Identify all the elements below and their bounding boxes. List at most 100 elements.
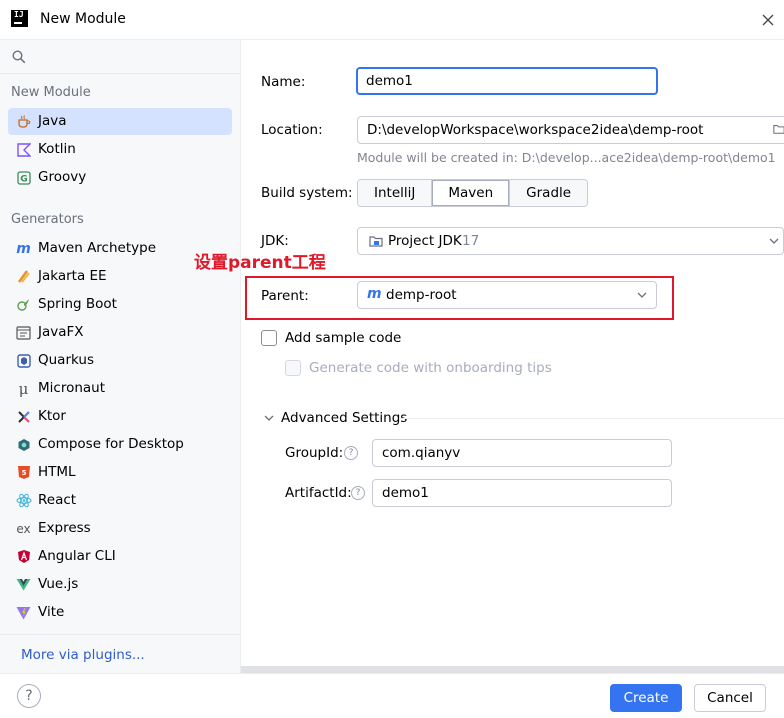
- quarkus-icon: [15, 352, 32, 369]
- jdk-folder-icon: [369, 236, 383, 247]
- jdk-value: Project JDK: [388, 233, 462, 249]
- dialog-title: New Module: [40, 11, 126, 27]
- annotation-text: 设置parent工程: [194, 253, 326, 273]
- jakarta-icon: [15, 268, 32, 285]
- search-input[interactable]: [32, 46, 232, 68]
- horizontal-scrollbar[interactable]: [241, 666, 784, 673]
- location-label: Location:: [261, 122, 323, 138]
- build-system-label: Build system:: [261, 185, 353, 201]
- sidebar-item-javafx[interactable]: JavaFX: [8, 319, 232, 346]
- sidebar-item-label: JavaFX: [38, 324, 84, 340]
- ktor-icon: [15, 408, 32, 425]
- module-form: Name: Location: D:\developWorkspace\work…: [241, 40, 784, 673]
- jdk-label: JDK:: [261, 233, 289, 249]
- chevron-down-icon[interactable]: [264, 414, 274, 422]
- svg-text:G: G: [20, 174, 27, 184]
- javafx-icon: [15, 324, 32, 341]
- add-sample-code-label: Add sample code: [285, 330, 402, 346]
- onboarding-tips-label: Generate code with onboarding tips: [309, 360, 552, 376]
- sidebar-divider: [0, 634, 240, 635]
- express-icon: ex: [16, 521, 31, 536]
- chevron-down-icon: [769, 238, 779, 244]
- sidebar-item-vuejs[interactable]: Vue.js: [8, 571, 232, 598]
- html-icon: 5: [15, 464, 32, 481]
- sidebar-item-vite[interactable]: Vite: [8, 599, 232, 626]
- sidebar-item-micronaut[interactable]: μ Micronaut: [8, 375, 232, 402]
- location-hint: Module will be created in: D:\develop...…: [357, 150, 776, 165]
- help-button[interactable]: ?: [17, 684, 41, 708]
- sidebar-item-ktor[interactable]: Ktor: [8, 403, 232, 430]
- parent-combo[interactable]: m demp-root: [357, 281, 657, 309]
- sidebar-item-label: Maven Archetype: [38, 240, 156, 256]
- chevron-down-icon: [637, 292, 647, 298]
- onboarding-tips-checkbox[interactable]: [285, 360, 301, 376]
- location-value: D:\developWorkspace\workspace2idea\demp-…: [367, 122, 704, 138]
- sidebar-item-html[interactable]: 5 HTML: [8, 459, 232, 486]
- help-icon: ?: [25, 688, 33, 704]
- title-bar: IJ New Module: [0, 0, 784, 40]
- sidebar-item-java[interactable]: Java: [8, 108, 232, 135]
- sidebar-item-label: Quarkus: [38, 352, 94, 368]
- kotlin-icon: [15, 141, 32, 158]
- sidebar-item-spring-boot[interactable]: Spring Boot: [8, 291, 232, 318]
- sidebar-item-label: HTML: [38, 464, 76, 480]
- jdk-combo[interactable]: Project JDK 17: [357, 227, 784, 255]
- sidebar-item-label: Compose for Desktop: [38, 436, 184, 452]
- cancel-button[interactable]: Cancel: [694, 684, 766, 712]
- sidebar-item-label: Groovy: [38, 169, 87, 185]
- more-via-plugins-link[interactable]: More via plugins...: [21, 647, 145, 663]
- name-label: Name:: [261, 74, 306, 90]
- search-icon: [12, 50, 26, 64]
- java-icon: [15, 113, 32, 130]
- sidebar-item-express[interactable]: ex Express: [8, 515, 232, 542]
- sidebar-item-groovy[interactable]: G Groovy: [8, 164, 232, 191]
- groovy-icon: G: [15, 169, 32, 186]
- name-field[interactable]: [356, 67, 658, 95]
- sidebar-item-compose-desktop[interactable]: Compose for Desktop: [8, 431, 232, 458]
- maven-icon: m: [16, 240, 31, 257]
- spring-icon: [15, 296, 32, 313]
- build-option-intellij[interactable]: IntelliJ: [358, 180, 433, 206]
- vite-icon: [15, 604, 32, 621]
- sidebar-item-label: Spring Boot: [38, 296, 117, 312]
- advanced-settings-toggle[interactable]: Advanced Settings: [281, 410, 407, 426]
- build-option-maven[interactable]: Maven: [432, 180, 511, 206]
- groupid-field[interactable]: [372, 439, 672, 467]
- sidebar-item-label: Jakarta EE: [38, 268, 107, 284]
- artifactid-field[interactable]: [372, 479, 672, 507]
- search-row: [0, 40, 240, 74]
- dialog-footer: ? Create Cancel: [0, 673, 784, 718]
- sidebar-item-label: Micronaut: [38, 380, 106, 396]
- sidebar-item-react[interactable]: React: [8, 487, 232, 514]
- new-module-header: New Module: [11, 85, 91, 100]
- location-field[interactable]: D:\developWorkspace\workspace2idea\demp-…: [357, 116, 784, 144]
- vue-icon: [15, 576, 32, 593]
- svg-text:5: 5: [21, 469, 26, 477]
- sidebar: New Module Java Kotlin G Groovy Generato…: [0, 40, 241, 673]
- compose-icon: [15, 436, 32, 453]
- sidebar-item-angular-cli[interactable]: Angular CLI: [8, 543, 232, 570]
- sidebar-item-label: Vue.js: [38, 576, 79, 592]
- sidebar-item-label: Java: [38, 113, 67, 129]
- artifactid-help-icon[interactable]: ?: [351, 486, 365, 500]
- create-button[interactable]: Create: [610, 684, 682, 712]
- parent-value: demp-root: [386, 287, 457, 303]
- groupid-label: GroupId:: [285, 445, 344, 461]
- react-icon: [15, 492, 32, 509]
- build-option-gradle[interactable]: Gradle: [510, 180, 588, 206]
- close-button[interactable]: [758, 10, 778, 30]
- sidebar-item-label: Ktor: [38, 408, 66, 424]
- generators-header: Generators: [11, 212, 84, 227]
- folder-icon[interactable]: [773, 123, 784, 135]
- sidebar-item-label: Kotlin: [38, 141, 76, 157]
- jdk-version: 17: [462, 233, 480, 249]
- close-icon: [762, 14, 774, 26]
- artifactid-label: ArtifactId:: [285, 485, 352, 501]
- sidebar-item-label: Express: [38, 520, 91, 536]
- add-sample-code-checkbox[interactable]: [261, 330, 277, 346]
- groupid-help-icon[interactable]: ?: [344, 446, 358, 460]
- parent-label: Parent:: [261, 288, 309, 304]
- sidebar-item-quarkus[interactable]: Quarkus: [8, 347, 232, 374]
- intellij-logo-icon: IJ: [11, 10, 28, 27]
- sidebar-item-kotlin[interactable]: Kotlin: [8, 136, 232, 163]
